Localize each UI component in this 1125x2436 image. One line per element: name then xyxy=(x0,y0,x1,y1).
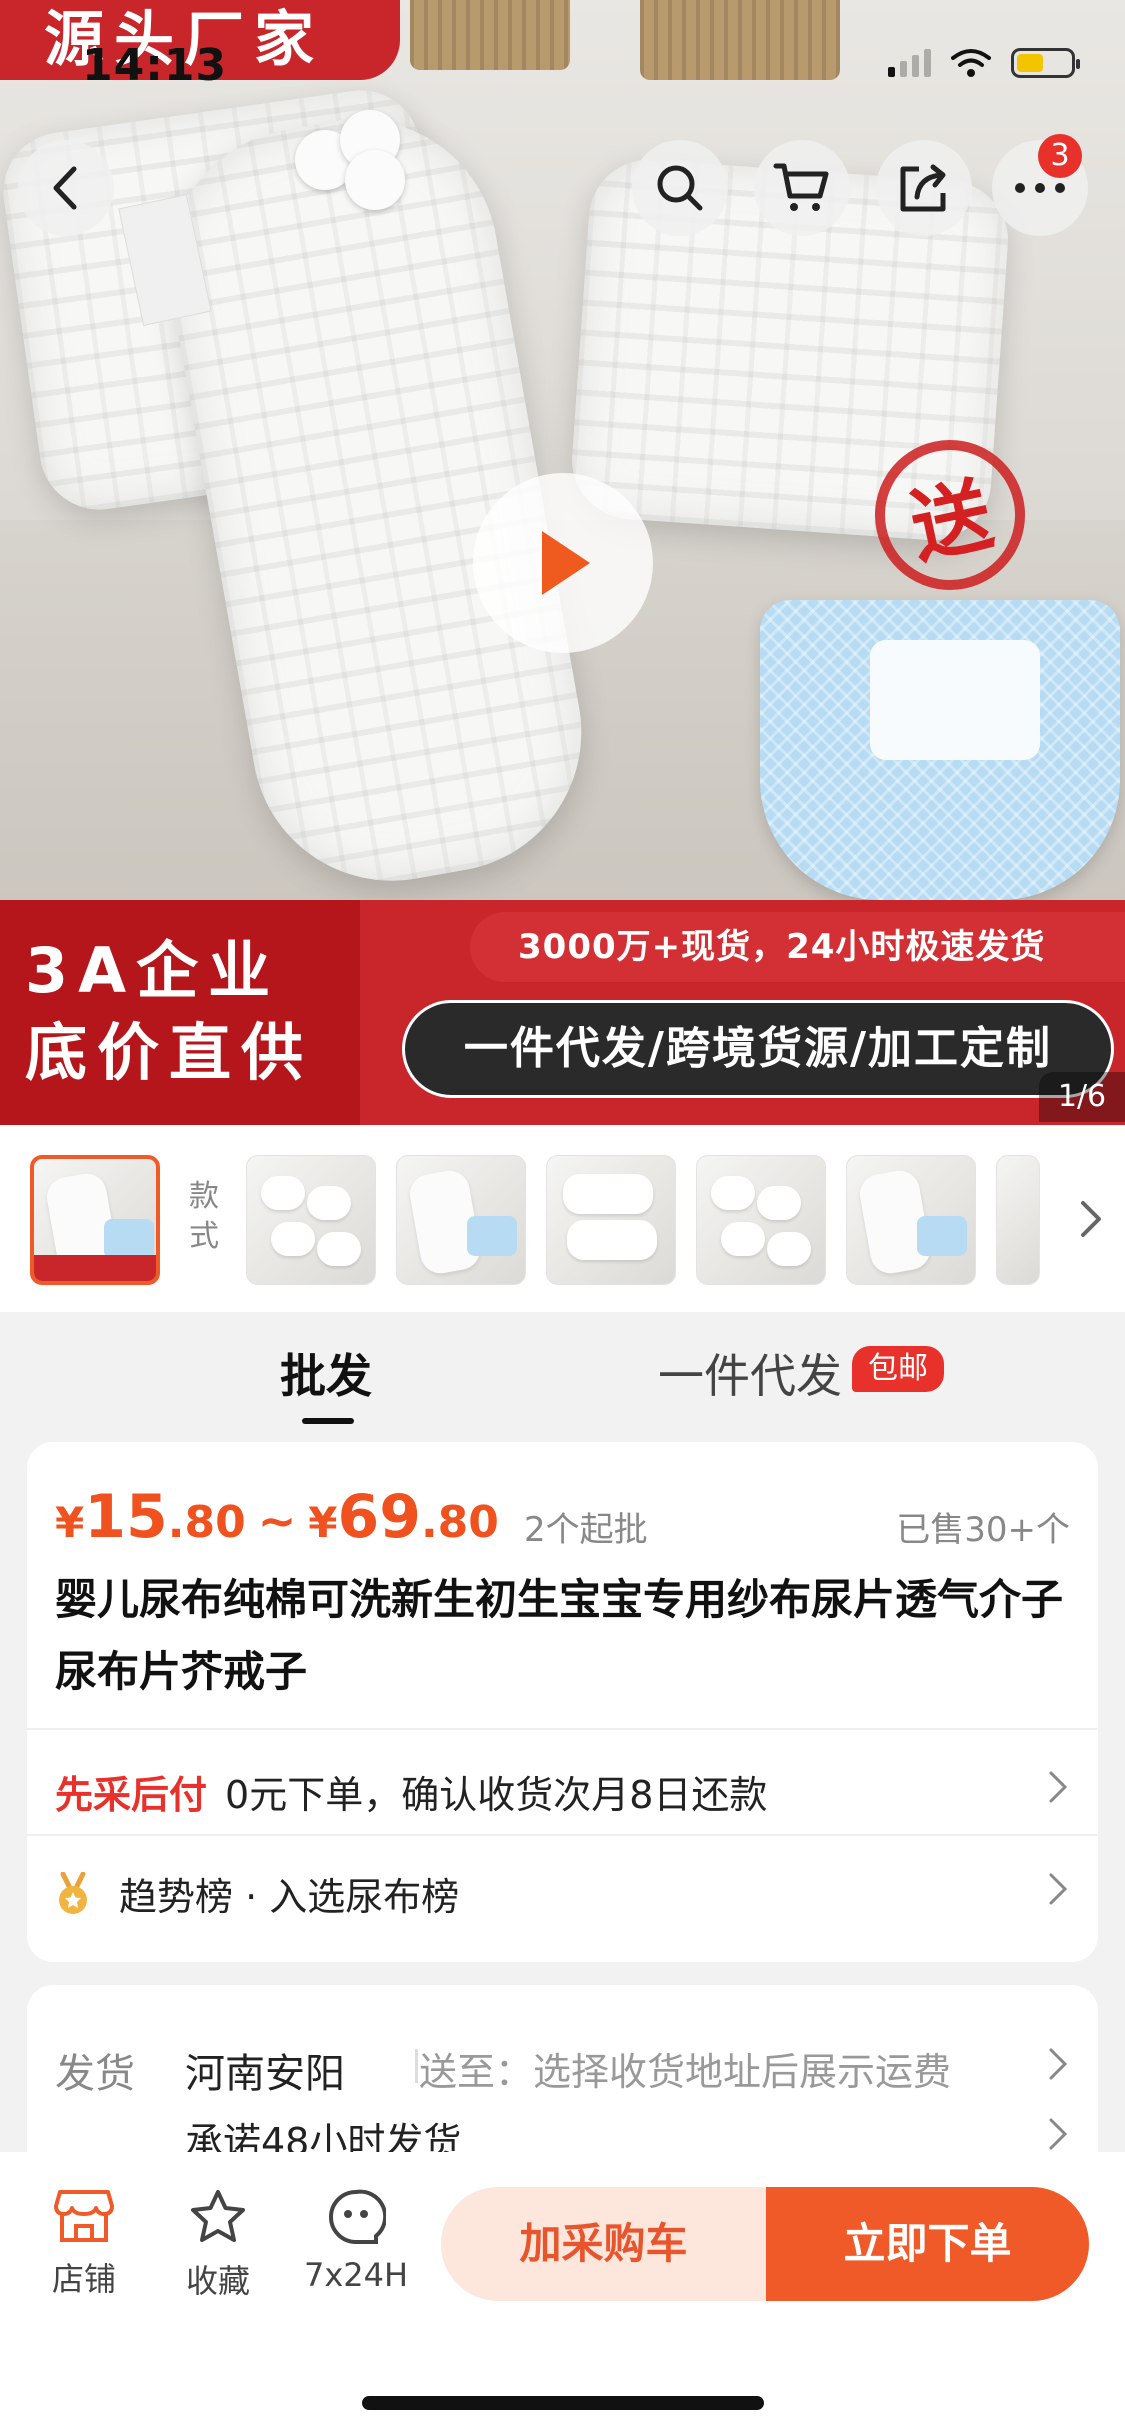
more-button[interactable]: 3 xyxy=(992,134,1088,236)
chevron-left-icon xyxy=(53,166,77,210)
search-icon xyxy=(657,165,703,211)
pay-later-text: 0元下单，确认收货次月8日还款 xyxy=(225,1773,768,1817)
price-range: ¥15.80 ~ ¥69.80 xyxy=(55,1482,499,1552)
style-label: 款式 xyxy=(189,1179,219,1254)
style-thumbnail[interactable] xyxy=(996,1155,1040,1285)
share-button[interactable] xyxy=(876,140,972,236)
image-page-indicator: 1/6 xyxy=(1039,1072,1125,1122)
sold-count: 已售30+个 xyxy=(896,1510,1070,1550)
shop-label: 店铺 xyxy=(51,2260,116,2298)
buy-now-button[interactable]: 立即下单 xyxy=(766,2187,1089,2301)
cart-button[interactable] xyxy=(754,140,850,236)
status-time: 14:13 xyxy=(82,40,228,91)
status-icons xyxy=(888,48,1080,78)
chevron-right-icon xyxy=(1049,2118,1068,2150)
pay-later-label: 先采后付 xyxy=(55,1773,208,1817)
medal-icon xyxy=(59,1871,87,1914)
play-icon xyxy=(542,531,590,595)
divider xyxy=(27,1834,1098,1836)
cellular-signal-icon xyxy=(888,49,931,77)
promo-stock-text: 3000万+现货，24小时极速发货 xyxy=(470,912,1125,982)
battery-icon xyxy=(1011,48,1080,78)
divider xyxy=(27,1728,1098,1730)
message-count-badge: 3 xyxy=(1038,134,1082,178)
cart-icon xyxy=(773,163,829,211)
divider xyxy=(415,2049,418,2083)
ranking-text: 趋势榜 · 入选尿布榜 xyxy=(119,1875,460,1919)
free-shipping-badge: 包邮 xyxy=(852,1346,944,1392)
more-dots-icon xyxy=(1015,183,1065,193)
basket-image xyxy=(640,0,840,80)
style-thumbnail[interactable] xyxy=(846,1155,976,1285)
store-icon xyxy=(54,2190,114,2242)
style-thumbnail[interactable] xyxy=(30,1155,160,1285)
chevron-right-icon xyxy=(1049,1873,1068,1905)
style-thumbnail[interactable] xyxy=(246,1155,376,1285)
style-thumbnail[interactable] xyxy=(696,1155,826,1285)
promo-slogan: 3A企业 底价直供 xyxy=(25,934,314,1089)
ship-to-text: 送至：选择收货地址后展示运费 xyxy=(419,2050,952,2094)
star-icon xyxy=(191,2190,245,2242)
basket-image xyxy=(410,0,570,70)
minimum-order: 2个起批 xyxy=(524,1510,648,1550)
home-indicator xyxy=(362,2396,764,2410)
ranking-row[interactable]: 趋势榜 · 入选尿布榜 xyxy=(55,1866,459,1921)
style-thumbnail[interactable] xyxy=(546,1155,676,1285)
pay-later-row[interactable]: 先采后付 0元下单，确认收货次月8日还款 xyxy=(55,1764,767,1819)
wifi-icon xyxy=(951,49,991,77)
style-thumbnail-strip: 款式 xyxy=(0,1125,1125,1312)
chevron-right-icon xyxy=(1049,2048,1068,2080)
bottom-action-bar: 店铺 收藏 7x24H 加采购车 立即下单 xyxy=(0,2152,1125,2436)
ship-from-location: 河南安阳 xyxy=(185,2051,345,2097)
purchase-mode-tabs: 批发 一件代发 xyxy=(0,1312,1125,1442)
search-button[interactable] xyxy=(632,140,728,236)
play-video-button[interactable] xyxy=(473,473,653,653)
chat-bot-icon xyxy=(329,2189,388,2244)
style-thumbnail[interactable] xyxy=(396,1155,526,1285)
add-to-cart-button[interactable]: 加采购车 xyxy=(441,2187,766,2301)
cotton-flower-image xyxy=(285,100,415,210)
seal-text: 送 xyxy=(902,467,1001,576)
shipping-label: 发货 xyxy=(55,2051,135,2097)
product-title: 婴儿尿布纯棉可洗新生初生宝宝专用纱布尿片透气介子尿布片芥戒子 xyxy=(55,1575,1064,1696)
chevron-right-icon[interactable] xyxy=(1079,1199,1103,1239)
back-button[interactable] xyxy=(18,140,114,236)
customer-service-button[interactable]: 7x24H xyxy=(296,2188,416,2294)
favorite-label: 收藏 xyxy=(185,2262,250,2300)
tab-dropship[interactable]: 一件代发 xyxy=(658,1340,842,1406)
diaper-cover-image xyxy=(760,600,1120,900)
share-icon xyxy=(900,164,946,212)
favorite-button[interactable]: 收藏 xyxy=(158,2188,278,2302)
tab-wholesale[interactable]: 批发 xyxy=(280,1340,372,1424)
chevron-right-icon xyxy=(1049,1771,1068,1803)
price-card: ¥15.80 ~ ¥69.80 2个起批 已售30+个 婴儿尿布纯棉可洗新生初生… xyxy=(27,1442,1098,1962)
promo-services-pill: 一件代发/跨境货源/加工定制 xyxy=(402,1000,1114,1098)
shop-button[interactable]: 店铺 xyxy=(24,2188,144,2300)
service-label: 7x24H xyxy=(303,2256,409,2294)
